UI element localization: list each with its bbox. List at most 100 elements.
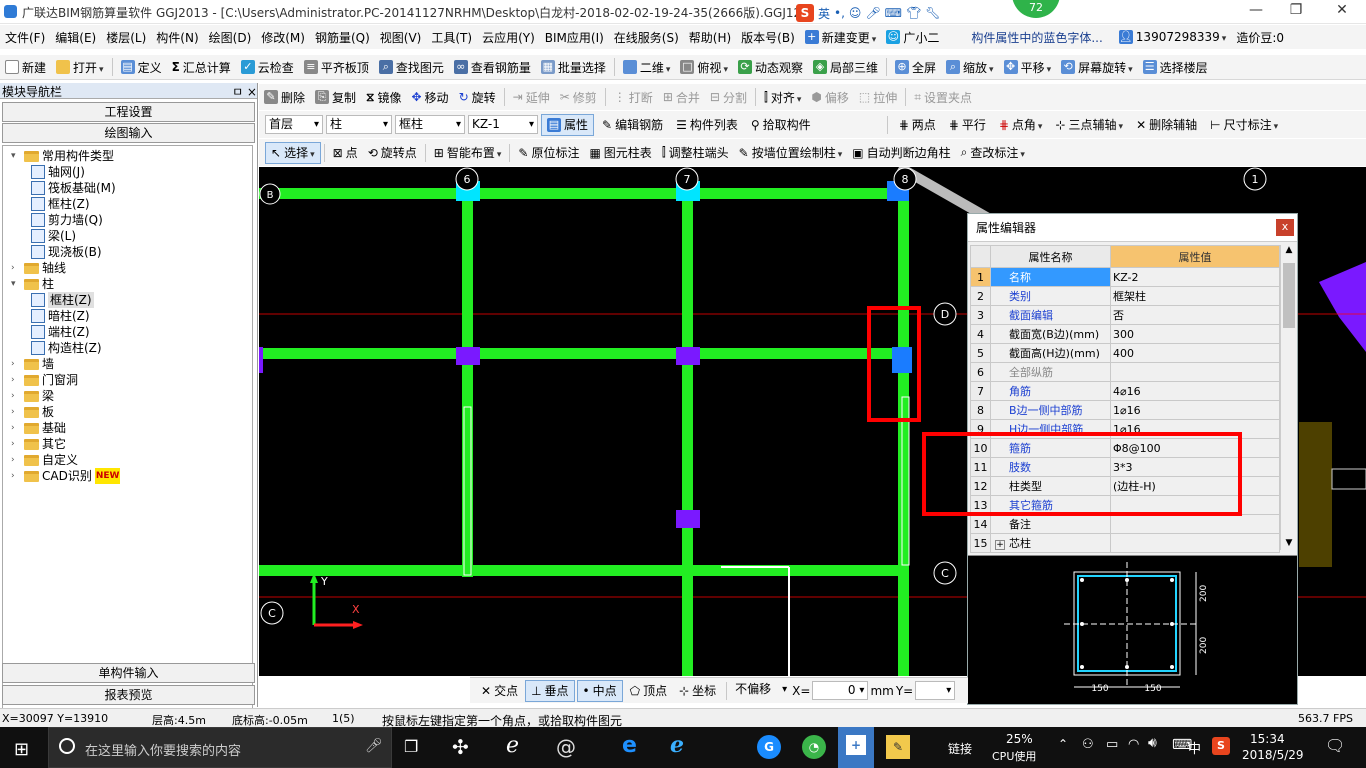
project-settings-button[interactable]: 工程设置 bbox=[2, 102, 255, 122]
pin-close-icon[interactable]: ㅁ × bbox=[232, 83, 257, 99]
tree-item[interactable]: ▾ 柱 bbox=[11, 276, 54, 292]
screen-rotate-button[interactable]: ⟲ 屏幕旋转 bbox=[1056, 56, 1138, 78]
windows-start-icon[interactable]: ⊞ bbox=[14, 739, 29, 760]
component-tree[interactable]: ▾ 常用构件类型 轴网(J) 筏板基础(M) 框柱(Z) 剪力墙(Q) 梁(L) 现浇板(B)… bbox=[2, 145, 253, 721]
rotate-button[interactable]: ↻ 旋转 bbox=[454, 86, 501, 108]
punctuation-icon[interactable]: •, bbox=[834, 6, 845, 20]
property-row[interactable]: 3 截面编辑 否 bbox=[970, 305, 1280, 325]
set-grip-button[interactable]: ⌗ 设置夹点 bbox=[909, 86, 977, 108]
draw-by-wall-button[interactable]: ✎ 按墙位置绘制柱 bbox=[734, 142, 848, 164]
column-7-mid[interactable] bbox=[676, 510, 700, 528]
task-view-icon[interactable]: ❐ bbox=[404, 737, 418, 756]
view-rebar-qty-button[interactable]: ∞ 查看钢筋量 bbox=[449, 56, 536, 78]
in-place-annotation-button[interactable]: ✎ 原位标注 bbox=[513, 142, 584, 164]
split-button[interactable]: ⊟ 分割 bbox=[705, 86, 752, 108]
offset-button[interactable]: ⬢ 偏移 bbox=[806, 86, 854, 108]
point-tool-button[interactable]: ⊠ 点 bbox=[328, 142, 363, 164]
menu-view[interactable]: 视图(V) bbox=[375, 26, 427, 48]
score-badge[interactable]: 72 bbox=[1012, 0, 1060, 18]
input-language[interactable]: 中 bbox=[1188, 738, 1201, 757]
three-point-axis-button[interactable]: ⊹ 三点辅轴 bbox=[1050, 114, 1128, 136]
cloud-check-button[interactable]: ✓ 云检查 bbox=[236, 56, 299, 78]
menu-floor[interactable]: 楼层(L) bbox=[101, 26, 151, 48]
chevron-right-icon[interactable]: › bbox=[11, 356, 21, 372]
wifi-icon[interactable]: ◠ bbox=[1128, 737, 1139, 752]
component-select[interactable]: KZ-1 bbox=[468, 115, 538, 134]
orbit-button[interactable]: ⟳ 动态观察 bbox=[733, 56, 808, 78]
chevron-right-icon[interactable]: › bbox=[11, 388, 21, 404]
clock-date[interactable]: 2018/5/29 bbox=[1242, 748, 1304, 762]
sogou-tray-icon[interactable]: S bbox=[1212, 737, 1230, 755]
tree-item[interactable]: 暗柱(Z) bbox=[31, 308, 90, 324]
dimension-button[interactable]: ⊢ 尺寸标注 bbox=[1205, 114, 1283, 136]
column-edge[interactable] bbox=[259, 347, 263, 373]
minimize-button[interactable]: — bbox=[1236, 2, 1276, 18]
notes-app-icon[interactable]: ✎ bbox=[886, 735, 910, 759]
tree-item[interactable]: › CAD识别 NEW bbox=[11, 468, 121, 484]
align-button[interactable]: ⫿ 对齐 bbox=[759, 86, 806, 108]
snap-vertex[interactable]: ⬠ 顶点 bbox=[625, 680, 672, 702]
sogou-icon[interactable]: S bbox=[796, 4, 814, 22]
copy-button[interactable]: ⎘ 复制 bbox=[310, 86, 361, 108]
chevron-right-icon[interactable]: › bbox=[11, 404, 21, 420]
property-row[interactable]: 6 全部纵筋 bbox=[970, 362, 1280, 382]
x-input[interactable]: 0 bbox=[812, 681, 869, 700]
new-button[interactable]: 新建 bbox=[0, 56, 51, 78]
tree-item[interactable]: › 自定义 bbox=[11, 452, 78, 468]
property-value[interactable]: 300 bbox=[1110, 324, 1280, 344]
menu-component[interactable]: 构件(N) bbox=[151, 26, 203, 48]
property-value[interactable] bbox=[1110, 514, 1280, 534]
assistant-button[interactable]: ☺ 广小二 bbox=[881, 26, 944, 48]
fullscreen-button[interactable]: ⊕ 全屏 bbox=[890, 56, 941, 78]
property-value[interactable]: 400 bbox=[1110, 343, 1280, 363]
chevron-down-icon[interactable]: ▾ bbox=[11, 276, 21, 292]
emoji-icon[interactable]: ☺ bbox=[849, 6, 862, 20]
snap-midpoint[interactable]: • 中点 bbox=[576, 679, 623, 702]
single-component-button[interactable]: 单构件输入 bbox=[2, 663, 255, 683]
chevron-right-icon[interactable]: › bbox=[11, 420, 21, 436]
menu-cloud[interactable]: 云应用(Y) bbox=[477, 26, 540, 48]
property-row[interactable]: 4 截面宽(B边)(mm) 300 bbox=[970, 324, 1280, 344]
chevron-right-icon[interactable]: › bbox=[11, 452, 21, 468]
360-icon[interactable]: ◔ bbox=[802, 735, 826, 759]
summary-calc-button[interactable]: Σ 汇总计算 bbox=[167, 56, 236, 78]
ie-icon[interactable]: ℯ bbox=[670, 733, 684, 758]
property-value[interactable] bbox=[1110, 362, 1280, 382]
delete-axis-button[interactable]: ✕ 删除辅轴 bbox=[1131, 114, 1202, 136]
break-button[interactable]: ⋮ 打断 bbox=[609, 86, 658, 108]
merge-button[interactable]: ⊞ 合并 bbox=[658, 86, 705, 108]
swirl-app-icon[interactable]: @ bbox=[556, 735, 576, 759]
stretch-button[interactable]: ⬚ 拉伸 bbox=[854, 86, 902, 108]
clock-time[interactable]: 15:34 bbox=[1250, 732, 1285, 746]
tree-item[interactable]: › 基础 bbox=[11, 420, 66, 436]
menu-help[interactable]: 帮助(H) bbox=[684, 26, 736, 48]
tree-item[interactable]: › 轴线 bbox=[11, 260, 66, 276]
column-7-d[interactable] bbox=[676, 347, 700, 365]
mirror-button[interactable]: ⧖ 镜像 bbox=[361, 86, 406, 108]
notification-icon[interactable]: 🗨︎ bbox=[1325, 736, 1345, 755]
tree-item[interactable]: 现浇板(B) bbox=[31, 244, 102, 260]
check-annotation-button[interactable]: ⌕ 查改标注 bbox=[956, 142, 1030, 164]
tree-item[interactable]: 端柱(Z) bbox=[31, 324, 90, 340]
two-point-axis-button[interactable]: ⋕ 两点 bbox=[894, 114, 941, 136]
tree-item[interactable]: 轴网(J) bbox=[31, 164, 85, 180]
ime-toolbar[interactable]: S 英 •, ☺ 🎤︎ ⌨ 👕︎ 🔧︎ bbox=[796, 3, 940, 23]
ime-language[interactable]: 英 bbox=[818, 5, 830, 22]
report-preview-button[interactable]: 报表预览 bbox=[2, 685, 255, 705]
edit-rebar-button[interactable]: ✎ 编辑钢筋 bbox=[597, 114, 668, 136]
maximize-button[interactable]: ❐ bbox=[1276, 2, 1316, 18]
menu-draw[interactable]: 绘图(D) bbox=[204, 26, 257, 48]
top-view-button[interactable]: □ 俯视 bbox=[675, 56, 733, 78]
chevron-right-icon[interactable]: › bbox=[11, 260, 21, 276]
tree-item[interactable]: 构造柱(Z) bbox=[31, 340, 102, 356]
close-icon[interactable]: x bbox=[1276, 219, 1294, 236]
parallel-axis-button[interactable]: ⋕ 平行 bbox=[944, 114, 991, 136]
scroll-thumb[interactable] bbox=[1283, 263, 1295, 328]
hint-link[interactable]: 构件属性中的蓝色字体... bbox=[966, 26, 1107, 48]
people-icon[interactable]: ⚇ bbox=[1082, 737, 1094, 752]
chevron-right-icon[interactable]: › bbox=[11, 372, 21, 388]
trim-button[interactable]: ✂ 修剪 bbox=[555, 86, 602, 108]
tree-item[interactable]: 框柱(Z) bbox=[31, 196, 90, 212]
pan-button[interactable]: ✥ 平移 bbox=[999, 56, 1057, 78]
close-button[interactable]: ✕ bbox=[1322, 2, 1362, 18]
